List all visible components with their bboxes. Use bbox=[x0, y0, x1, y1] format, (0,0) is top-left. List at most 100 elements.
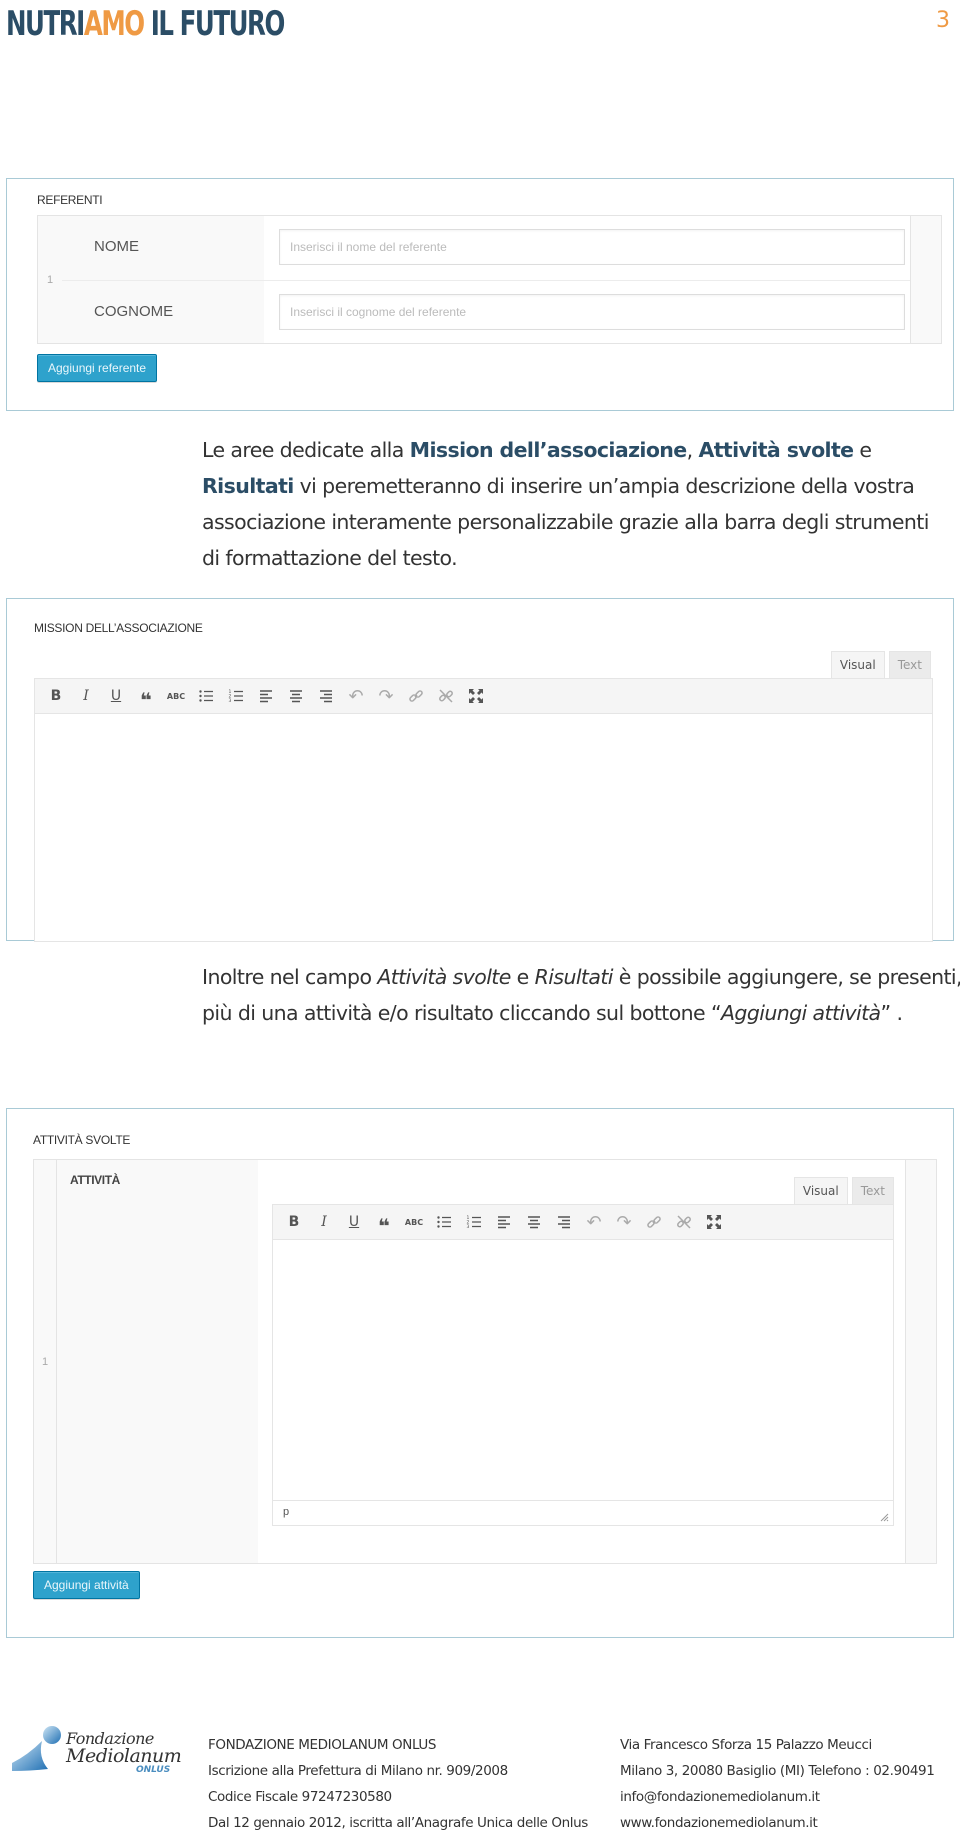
italic-attivita-text: Attività svolte bbox=[377, 965, 511, 989]
undo-button[interactable]: ↶ bbox=[579, 1209, 609, 1235]
bold-button[interactable]: B bbox=[279, 1209, 309, 1235]
footer-column-1: FONDAZIONE MEDIOLANUM ONLUS Iscrizione a… bbox=[208, 1732, 588, 1836]
align-center-icon bbox=[528, 1216, 540, 1229]
align-center-button[interactable] bbox=[281, 683, 311, 709]
align-left-button[interactable] bbox=[251, 683, 281, 709]
insert-link-button[interactable] bbox=[639, 1209, 669, 1235]
element-path[interactable]: p bbox=[283, 1506, 289, 1518]
tab-visual[interactable]: Visual bbox=[830, 651, 885, 678]
underline-button[interactable]: U bbox=[101, 683, 131, 709]
blockquote-icon: ❝ bbox=[378, 1214, 390, 1238]
mission-editor: B I U ❝ ABC 1 2 3 ↶ ↷ bbox=[34, 678, 933, 942]
align-left-button[interactable] bbox=[489, 1209, 519, 1235]
remove-link-button[interactable] bbox=[431, 683, 461, 709]
underline-icon: U bbox=[348, 1214, 360, 1230]
underline-button[interactable]: U bbox=[339, 1209, 369, 1235]
mission-editor-content[interactable] bbox=[35, 715, 932, 941]
cognome-input[interactable] bbox=[279, 294, 905, 330]
editor-tabs: Visual Text bbox=[830, 651, 931, 678]
footer-onlus-registry: Dal 12 gennaio 2012, iscritta all’Anagra… bbox=[208, 1815, 588, 1831]
fullscreen-button[interactable] bbox=[699, 1209, 729, 1235]
row-actions-column[interactable] bbox=[905, 1160, 936, 1563]
bulleted-list-icon bbox=[437, 1216, 451, 1228]
numbered-list-icon: 123 bbox=[467, 1215, 481, 1230]
row-divider bbox=[62, 280, 911, 281]
tab-text[interactable]: Text bbox=[888, 651, 931, 678]
redo-button[interactable]: ↷ bbox=[371, 683, 401, 709]
row-actions-column[interactable] bbox=[910, 216, 941, 343]
fullscreen-button[interactable] bbox=[461, 683, 491, 709]
logo-line-3: ONLUS bbox=[136, 1765, 171, 1775]
bulleted-list-button[interactable] bbox=[429, 1209, 459, 1235]
italic-icon: I bbox=[83, 688, 89, 704]
mission-panel: MISSION DELL’ASSOCIAZIONE Visual Text B I… bbox=[6, 598, 954, 942]
text-run: ” . bbox=[880, 1001, 903, 1025]
editor-tabs: Visual Text bbox=[793, 1177, 894, 1204]
text-run: Le aree dedicate alla bbox=[202, 438, 410, 462]
attivita-editor: B I U ❝ ABC 1 2 3 ↶ ↷ p bbox=[272, 1204, 894, 1526]
text-run: , bbox=[686, 438, 699, 462]
footer-website-link[interactable]: www.fondazionemediolanum.it bbox=[620, 1810, 934, 1836]
aggiungi-referente-button[interactable]: Aggiungi referente bbox=[37, 354, 158, 382]
insert-link-icon bbox=[647, 1216, 661, 1228]
attivita-field-label: ATTIVITÀ bbox=[70, 1173, 120, 1187]
nome-input[interactable] bbox=[279, 229, 905, 265]
logo-text-part2: IL FUTURO bbox=[143, 4, 286, 44]
strikethrough-icon: ABC bbox=[404, 1217, 424, 1227]
numbered-list-button[interactable]: 123 bbox=[221, 683, 251, 709]
svg-text:3: 3 bbox=[229, 698, 232, 704]
redo-icon: ↷ bbox=[616, 1211, 632, 1233]
formatting-toolbar: B I U ❝ ABC 1 2 3 ↶ ↷ bbox=[35, 679, 932, 714]
italic-button[interactable]: I bbox=[71, 683, 101, 709]
undo-icon: ↶ bbox=[348, 685, 364, 707]
align-center-icon bbox=[290, 690, 302, 703]
align-right-button[interactable] bbox=[311, 683, 341, 709]
footer-email-link[interactable]: info@fondazionemediolanum.it bbox=[620, 1784, 934, 1810]
align-center-button[interactable] bbox=[519, 1209, 549, 1235]
underline-icon: U bbox=[110, 688, 122, 704]
cognome-label: COGNOME bbox=[94, 303, 174, 320]
fullscreen-icon bbox=[707, 1215, 721, 1229]
blockquote-button[interactable]: ❝ bbox=[131, 683, 161, 710]
tab-visual[interactable]: Visual bbox=[793, 1177, 848, 1204]
fondazione-mediolanum-logo: Fondazione Mediolanum ONLUS bbox=[8, 1725, 182, 1785]
bulleted-list-button[interactable] bbox=[191, 683, 221, 709]
footer-tax-code: Codice Fiscale 97247230580 bbox=[208, 1789, 392, 1805]
bold-icon: B bbox=[288, 1214, 300, 1230]
strikethrough-button[interactable]: ABC bbox=[161, 683, 191, 709]
mission-title: MISSION DELL’ASSOCIAZIONE bbox=[34, 621, 203, 635]
attivita-editor-content[interactable] bbox=[273, 1241, 893, 1500]
instruction-paragraph: Inoltre nel campo Attività svolte e Risu… bbox=[202, 959, 960, 1031]
align-right-button[interactable] bbox=[549, 1209, 579, 1235]
description-paragraph: Le aree dedicate alla Mission dell’assoc… bbox=[202, 432, 942, 576]
numbered-list-button[interactable]: 123 bbox=[459, 1209, 489, 1235]
align-left-icon bbox=[498, 1216, 510, 1229]
redo-icon: ↷ bbox=[378, 685, 394, 707]
page-number: 3 bbox=[936, 8, 950, 33]
logo-line-2: Mediolanum bbox=[66, 1745, 182, 1767]
align-right-icon bbox=[558, 1216, 570, 1229]
bold-button[interactable]: B bbox=[41, 683, 71, 709]
aggiungi-attivita-button[interactable]: Aggiungi attività bbox=[33, 1571, 140, 1599]
footer-registration: Iscrizione alla Prefettura di Milano nr.… bbox=[208, 1763, 508, 1779]
logo-text-part1: NUTRI bbox=[6, 4, 85, 44]
insert-link-icon bbox=[409, 690, 423, 702]
align-right-icon bbox=[320, 690, 332, 703]
bold-mission-text: Mission dell’associazione bbox=[409, 438, 688, 462]
formatting-toolbar: B I U ❝ ABC 1 2 3 ↶ ↷ bbox=[273, 1205, 893, 1240]
italic-button[interactable]: I bbox=[309, 1209, 339, 1235]
tab-text[interactable]: Text bbox=[851, 1177, 894, 1204]
svg-text:3: 3 bbox=[467, 1224, 470, 1230]
remove-link-button[interactable] bbox=[669, 1209, 699, 1235]
blockquote-button[interactable]: ❝ bbox=[369, 1209, 399, 1238]
referenti-repeater: 1 NOME COGNOME bbox=[37, 215, 942, 344]
resize-handle-icon[interactable] bbox=[879, 1512, 889, 1522]
insert-link-button[interactable] bbox=[401, 683, 431, 709]
redo-button[interactable]: ↷ bbox=[609, 1209, 639, 1235]
strikethrough-button[interactable]: ABC bbox=[399, 1209, 429, 1235]
label-column: ATTIVITÀ bbox=[56, 1160, 259, 1563]
strikethrough-icon: ABC bbox=[166, 691, 186, 701]
footer-column-2: Via Francesco Sforza 15 Palazzo Meucci M… bbox=[620, 1732, 935, 1836]
undo-button[interactable]: ↶ bbox=[341, 683, 371, 709]
italic-risultati-text: Risultati bbox=[534, 965, 614, 989]
